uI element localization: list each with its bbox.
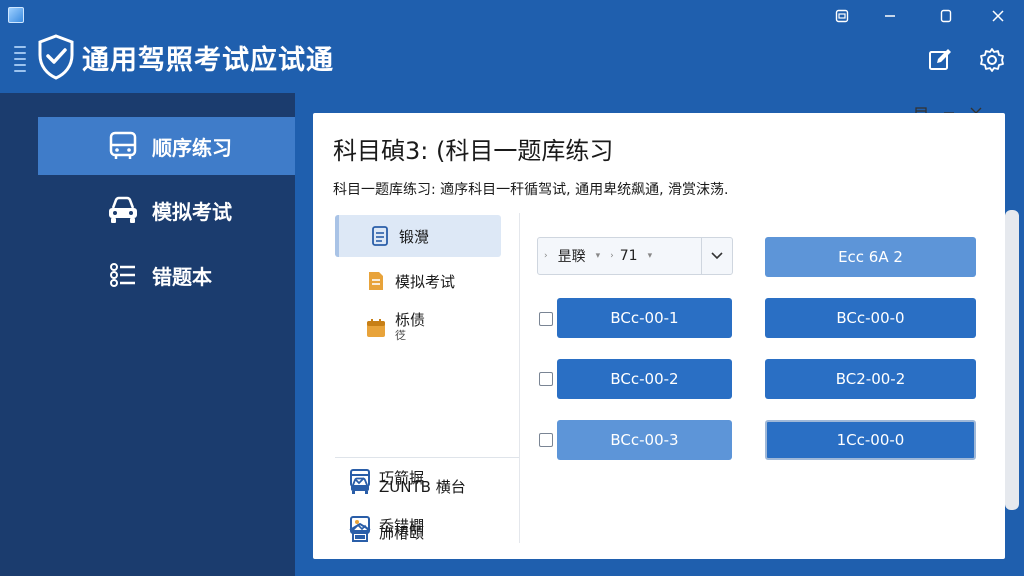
minimize-button[interactable]	[877, 4, 903, 28]
chevron-right-icon: ›	[544, 251, 548, 261]
sidebar-item-label: 模拟考试	[152, 199, 232, 224]
app-header: 通用驾照考试应试通	[0, 32, 1024, 90]
category-label: 模拟考试	[395, 272, 456, 291]
question-checkbox[interactable]	[539, 312, 553, 326]
category-label: 巧箭摒	[379, 468, 425, 487]
category-item[interactable]: 栎债 徔	[365, 311, 425, 345]
category-item[interactable]: 锻灚	[335, 215, 501, 257]
filter-second-value: 71	[619, 248, 638, 264]
practice-panel: 科目碵3: (科目一题库练习 科目一题库练习: 適序科目一秆循驾试, 通用卑统飙…	[313, 113, 1005, 559]
question-button[interactable]: Ecc 6A 2	[765, 237, 976, 277]
app-title: 通用驾照考试应试通	[82, 45, 334, 76]
sidebar-item-label: 顺序练习	[152, 135, 232, 160]
gear-icon[interactable]	[978, 46, 1006, 74]
category-label: 岙错橺	[379, 516, 425, 535]
list-icon	[106, 258, 140, 292]
menu-icon[interactable]	[14, 46, 26, 72]
shield-check-icon	[36, 33, 76, 85]
edit-icon[interactable]	[926, 46, 954, 74]
question-button[interactable]: 1Cc-00-0	[765, 420, 976, 460]
chevron-right-icon: ›	[610, 251, 614, 261]
category-item[interactable]: 模拟考试	[365, 267, 455, 295]
question-checkbox[interactable]	[539, 433, 553, 447]
sidebar-item-label: 错题本	[152, 264, 212, 289]
document-icon	[369, 225, 391, 247]
question-checkbox[interactable]	[539, 372, 553, 386]
pin-window-icon[interactable]	[829, 4, 855, 28]
question-button[interactable]: BC2-00-2	[765, 359, 976, 399]
sidebar-item-mock-exam[interactable]: 模拟考试	[38, 181, 295, 239]
panel-scrollbar[interactable]	[1005, 210, 1019, 510]
question-button[interactable]: BCc-00-0	[765, 298, 976, 338]
image-icon	[349, 514, 371, 536]
category-sublabel: 徔	[395, 329, 406, 342]
category-item[interactable]: 巧箭摒	[349, 464, 424, 490]
column-divider	[519, 213, 520, 543]
caret-down-icon: ▾	[647, 251, 653, 261]
question-button[interactable]: BCc-00-3	[557, 420, 732, 460]
question-filter[interactable]: › 昰聧 ▾ › 71 ▾	[537, 237, 733, 275]
calendar-icon	[365, 317, 387, 339]
title-bar	[0, 0, 1024, 32]
filter-first-value: 昰聧	[557, 249, 586, 265]
sidebar: 顺序练习 模拟考试 错题本	[0, 93, 295, 576]
bus-icon	[106, 129, 140, 163]
category-label: 锻灚	[399, 227, 430, 246]
question-button[interactable]: BCc-00-1	[557, 298, 732, 338]
maximize-button[interactable]	[933, 4, 959, 28]
category-item[interactable]: 岙错橺	[349, 512, 424, 538]
close-button[interactable]	[985, 4, 1011, 28]
category-divider	[335, 457, 519, 458]
caret-down-icon: ▾	[595, 251, 601, 261]
panel-description: 科目一题库练习: 適序科目一秆循驾试, 通用卑统飙通, 滑赏沫荡.	[333, 182, 729, 198]
question-button[interactable]: BCc-00-2	[557, 359, 732, 399]
category-label: 栎债	[395, 311, 426, 329]
car-icon	[106, 193, 140, 227]
exam-paper-icon	[365, 270, 387, 292]
panel-title: 科目碵3: (科目一题库练习	[333, 137, 614, 165]
calendar-check-icon	[349, 466, 371, 488]
app-small-icon	[8, 7, 24, 23]
category-list: 锻灚 模拟考试 栎债 徔 ZUNTB 横台 斾椿頣	[333, 213, 519, 543]
category-label-group: 栎债 徔	[395, 312, 425, 344]
sidebar-item-wrong-questions[interactable]: 错题本	[38, 246, 295, 304]
sidebar-item-sequential-practice[interactable]: 顺序练习	[38, 117, 295, 175]
chevron-down-icon[interactable]	[701, 238, 732, 274]
